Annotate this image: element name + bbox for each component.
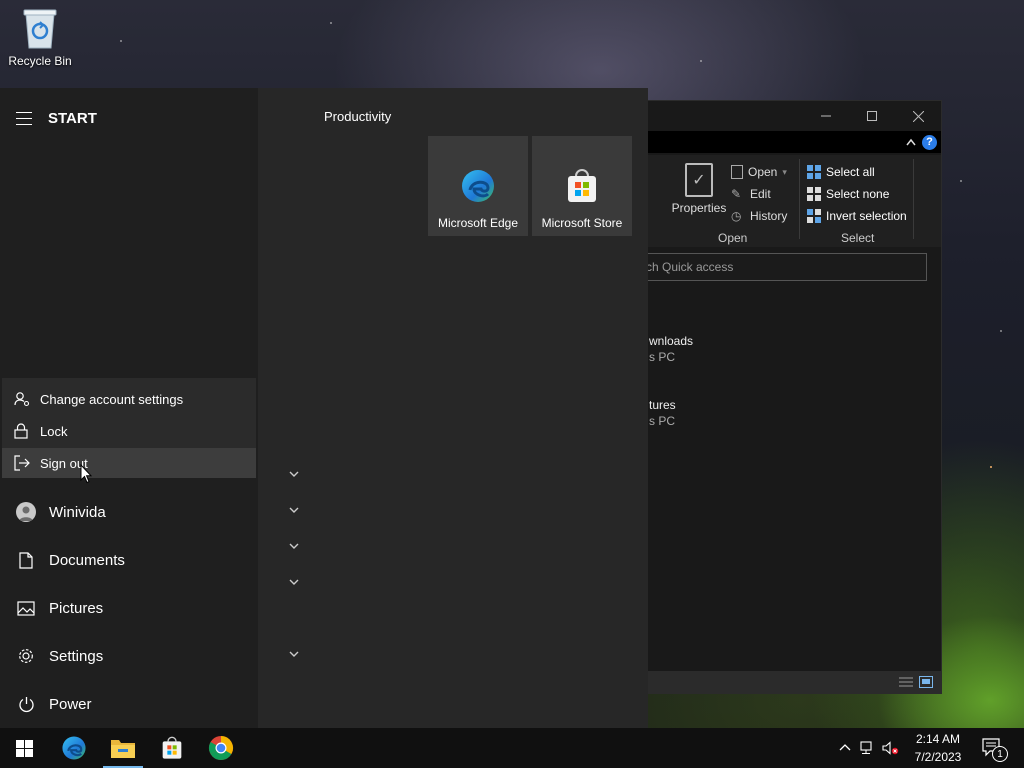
action-center-button[interactable]: 1 bbox=[982, 728, 1008, 768]
status-bar bbox=[641, 671, 941, 693]
taskbar-chrome-button[interactable] bbox=[197, 728, 245, 768]
select-group-label: Select bbox=[841, 231, 875, 245]
close-button[interactable] bbox=[895, 101, 941, 131]
ribbon: ✓ Properties Open ▾ ✎ Edit ◷ History Open S… bbox=[641, 155, 941, 247]
documents-button[interactable]: Documents bbox=[0, 537, 258, 583]
help-icon[interactable]: ? bbox=[922, 134, 937, 150]
ribbon-separator bbox=[913, 159, 914, 239]
document-icon bbox=[19, 551, 33, 569]
recycle-bin-icon bbox=[23, 9, 57, 49]
clock-time: 2:14 AM bbox=[915, 732, 961, 746]
collapse-ribbon-chevron-icon[interactable] bbox=[906, 138, 916, 146]
properties-check-icon: ✓ bbox=[685, 163, 713, 197]
open-icon bbox=[731, 165, 743, 179]
network-icon[interactable] bbox=[860, 741, 876, 755]
invert-selection-button[interactable]: Invert selection bbox=[807, 205, 907, 227]
taskbar: 2:14 AM 7/2/2023 1 bbox=[0, 728, 1024, 768]
details-view-icon[interactable] bbox=[899, 676, 913, 688]
close-icon bbox=[912, 110, 924, 122]
start-menu-left-pane: START Change account settings Lock Sign … bbox=[0, 88, 258, 728]
hamburger-menu-icon[interactable] bbox=[16, 112, 32, 125]
power-icon bbox=[18, 696, 34, 712]
change-account-settings-item[interactable]: Change account settings bbox=[2, 384, 256, 414]
maximize-button[interactable] bbox=[849, 101, 895, 131]
taskbar-edge-button[interactable] bbox=[50, 728, 98, 768]
minimize-button[interactable] bbox=[803, 101, 849, 131]
history-button[interactable]: ◷ History bbox=[731, 205, 787, 227]
maximize-icon bbox=[867, 111, 877, 121]
settings-button[interactable]: Settings bbox=[0, 633, 258, 679]
system-tray bbox=[838, 728, 900, 768]
invert-selection-icon bbox=[807, 209, 821, 223]
recycle-bin-label: Recycle Bin bbox=[8, 54, 72, 68]
windows-logo-icon bbox=[15, 739, 33, 757]
lock-icon bbox=[14, 423, 28, 439]
folder-icon bbox=[111, 740, 135, 758]
chevron-down-icon[interactable] bbox=[288, 504, 300, 516]
large-icons-view-icon[interactable] bbox=[919, 676, 933, 688]
account-flyout-menu: Change account settings Lock Sign out bbox=[2, 378, 256, 478]
microsoft-edge-tile[interactable]: Microsoft Edge bbox=[428, 136, 528, 236]
open-group-items: Open ▾ ✎ Edit ◷ History bbox=[731, 161, 787, 227]
chevron-down-icon[interactable] bbox=[288, 576, 300, 588]
open-button[interactable]: Open ▾ bbox=[731, 161, 787, 183]
window-title-bar[interactable] bbox=[641, 101, 941, 131]
select-none-button[interactable]: Select none bbox=[807, 183, 907, 205]
person-gear-icon bbox=[14, 392, 30, 407]
taskbar-file-explorer-button[interactable] bbox=[99, 728, 147, 768]
user-account-button[interactable]: Winivida bbox=[0, 489, 258, 535]
store-icon bbox=[162, 736, 182, 759]
ribbon-tab-bar: ? bbox=[641, 131, 941, 153]
lock-item[interactable]: Lock bbox=[2, 416, 256, 446]
user-name-label: Winivida bbox=[49, 503, 106, 521]
gear-icon bbox=[19, 649, 33, 663]
volume-muted-icon[interactable] bbox=[882, 741, 900, 755]
tile-group-title[interactable]: Productivity bbox=[324, 109, 391, 124]
avatar bbox=[16, 502, 36, 522]
select-all-button[interactable]: Select all bbox=[807, 161, 907, 183]
start-menu-header[interactable]: START bbox=[16, 110, 97, 127]
select-group-items: Select all Select none Invert selection bbox=[807, 161, 907, 227]
sign-out-item[interactable]: Sign out bbox=[2, 448, 256, 478]
edge-icon bbox=[462, 170, 494, 202]
picture-icon bbox=[17, 600, 35, 616]
store-icon bbox=[568, 169, 596, 202]
list-item[interactable]: wnloads s PC bbox=[649, 333, 693, 365]
search-input[interactable]: rch Quick access bbox=[639, 253, 927, 281]
clock-date: 7/2/2023 bbox=[914, 750, 962, 764]
chrome-icon bbox=[208, 736, 234, 761]
ribbon-separator bbox=[799, 159, 800, 239]
power-button[interactable]: Power bbox=[0, 681, 258, 727]
microsoft-store-tile[interactable]: Microsoft Store bbox=[532, 136, 632, 236]
file-explorer-window[interactable]: ? ✓ Properties Open ▾ ✎ Edit ◷ History Open… bbox=[639, 100, 942, 694]
edge-icon bbox=[62, 736, 86, 760]
taskbar-store-button[interactable] bbox=[148, 728, 196, 768]
properties-button[interactable]: ✓ Properties bbox=[671, 163, 727, 215]
show-hidden-icons-chevron-icon[interactable] bbox=[838, 741, 852, 755]
recycle-bin-desktop-icon[interactable]: Recycle Bin bbox=[4, 6, 76, 76]
chevron-down-icon[interactable] bbox=[288, 468, 300, 480]
edit-icon: ✎ bbox=[731, 187, 742, 201]
select-all-icon bbox=[807, 165, 821, 179]
history-icon: ◷ bbox=[731, 209, 742, 223]
sign-out-icon bbox=[14, 455, 30, 471]
start-button[interactable] bbox=[0, 728, 48, 768]
pictures-button[interactable]: Pictures bbox=[0, 585, 258, 631]
list-item[interactable]: tures s PC bbox=[649, 397, 676, 429]
open-group-label: Open bbox=[718, 231, 748, 245]
select-none-icon bbox=[807, 187, 821, 201]
start-menu-tiles-pane: Productivity Microsoft Edge Microsoft St… bbox=[258, 88, 648, 728]
chevron-down-icon[interactable] bbox=[288, 648, 300, 660]
chevron-down-icon[interactable] bbox=[288, 540, 300, 552]
minimize-icon bbox=[821, 115, 831, 117]
start-title: START bbox=[48, 110, 97, 127]
mouse-cursor-icon bbox=[80, 464, 92, 484]
taskbar-clock[interactable]: 2:14 AM 7/2/2023 bbox=[904, 730, 972, 766]
notification-count-badge: 1 bbox=[992, 746, 1008, 762]
edit-button[interactable]: ✎ Edit bbox=[731, 183, 787, 205]
